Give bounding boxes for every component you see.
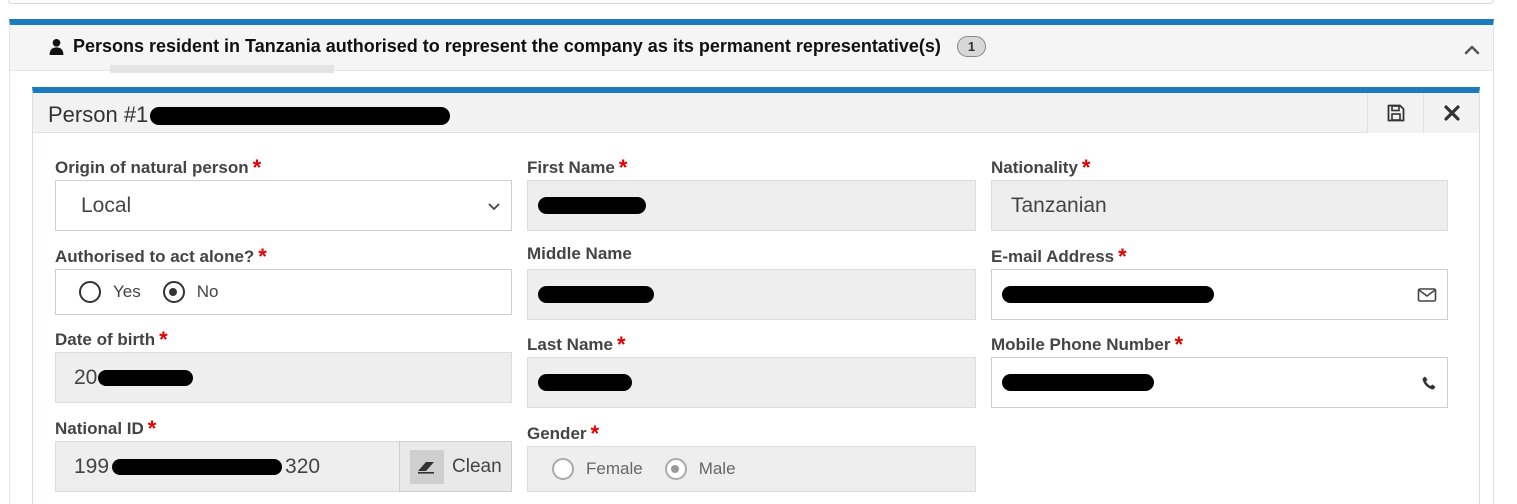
eraser-icon [410, 449, 444, 484]
authorised-alone-label: Authorised to act alone? * [55, 244, 267, 269]
origin-select-value: Local [81, 193, 132, 217]
close-icon [1443, 105, 1460, 121]
redacted-name [150, 107, 451, 126]
national-id-prefix: 199 [74, 454, 110, 478]
section-title: Persons resident in Tanzania authorised … [48, 36, 987, 57]
save-icon [1387, 104, 1404, 122]
origin-select[interactable]: Local [55, 180, 512, 231]
national-id-field[interactable]: 199 320 [55, 441, 400, 492]
redacted-last-name [538, 374, 632, 391]
last-name-field[interactable] [527, 357, 976, 408]
section-title-text: Persons resident in Tanzania authorised … [73, 36, 941, 56]
redacted-middle-name [538, 286, 654, 303]
close-button[interactable] [1423, 93, 1479, 133]
radio-no[interactable]: No [162, 281, 218, 303]
save-button[interactable] [1367, 93, 1423, 133]
gender-label: Gender * [527, 421, 600, 446]
middle-name-field[interactable] [527, 269, 976, 320]
email-label: E-mail Address * [991, 244, 1127, 269]
mobile-field[interactable] [991, 357, 1448, 408]
radio-female[interactable]: Female [552, 458, 643, 480]
clean-button-label: Clean [452, 455, 502, 477]
radio-male[interactable]: Male [664, 458, 736, 480]
dob-label: Date of birth * [55, 327, 168, 352]
nationality-field[interactable]: Tanzanian [991, 180, 1448, 231]
redacted-national-id [112, 458, 283, 475]
count-badge: 1 [956, 36, 987, 57]
first-name-label: First Name * [527, 155, 628, 180]
radio-yes[interactable]: Yes [79, 281, 141, 303]
previous-panel-edge [8, 0, 1494, 4]
redacted-dob [98, 369, 194, 386]
redacted-phone [1002, 374, 1154, 391]
radio-female-circle[interactable] [552, 458, 574, 480]
mobile-label: Mobile Phone Number * [991, 332, 1184, 357]
chevron-up-icon[interactable] [1461, 39, 1483, 61]
person-card-header: Person #1 [33, 93, 1479, 133]
last-name-label: Last Name * [527, 332, 626, 357]
redacted-first-name [538, 197, 646, 214]
national-id-label: National ID * [55, 416, 157, 441]
dob-visible: 20 [74, 365, 98, 389]
gender-radiogroup: Female Male [527, 446, 976, 492]
email-field[interactable] [991, 269, 1448, 320]
user-icon [49, 38, 64, 55]
person-number: Person #1 [48, 102, 149, 127]
authorised-alone-radiogroup: Yes No [55, 269, 512, 315]
national-id-suffix: 320 [285, 454, 321, 478]
phone-icon [1422, 376, 1436, 389]
origin-label: Origin of natural person * [55, 155, 262, 180]
radio-male-circle[interactable] [664, 458, 687, 480]
first-name-field[interactable] [527, 180, 976, 231]
clean-button[interactable]: Clean [399, 441, 512, 492]
envelope-icon [1417, 287, 1437, 302]
middle-name-label: Middle Name [527, 244, 632, 263]
underlying-fragment [110, 65, 334, 73]
nationality-label: Nationality * [991, 155, 1091, 180]
chevron-down-icon [488, 202, 500, 210]
radio-no-circle[interactable] [162, 281, 185, 303]
redacted-email [1002, 286, 1214, 303]
nationality-value: Tanzanian [1011, 193, 1107, 217]
person-card-title: Person #1 [48, 102, 451, 128]
radio-yes-circle[interactable] [79, 281, 101, 303]
dob-field[interactable]: 20 [55, 352, 512, 403]
